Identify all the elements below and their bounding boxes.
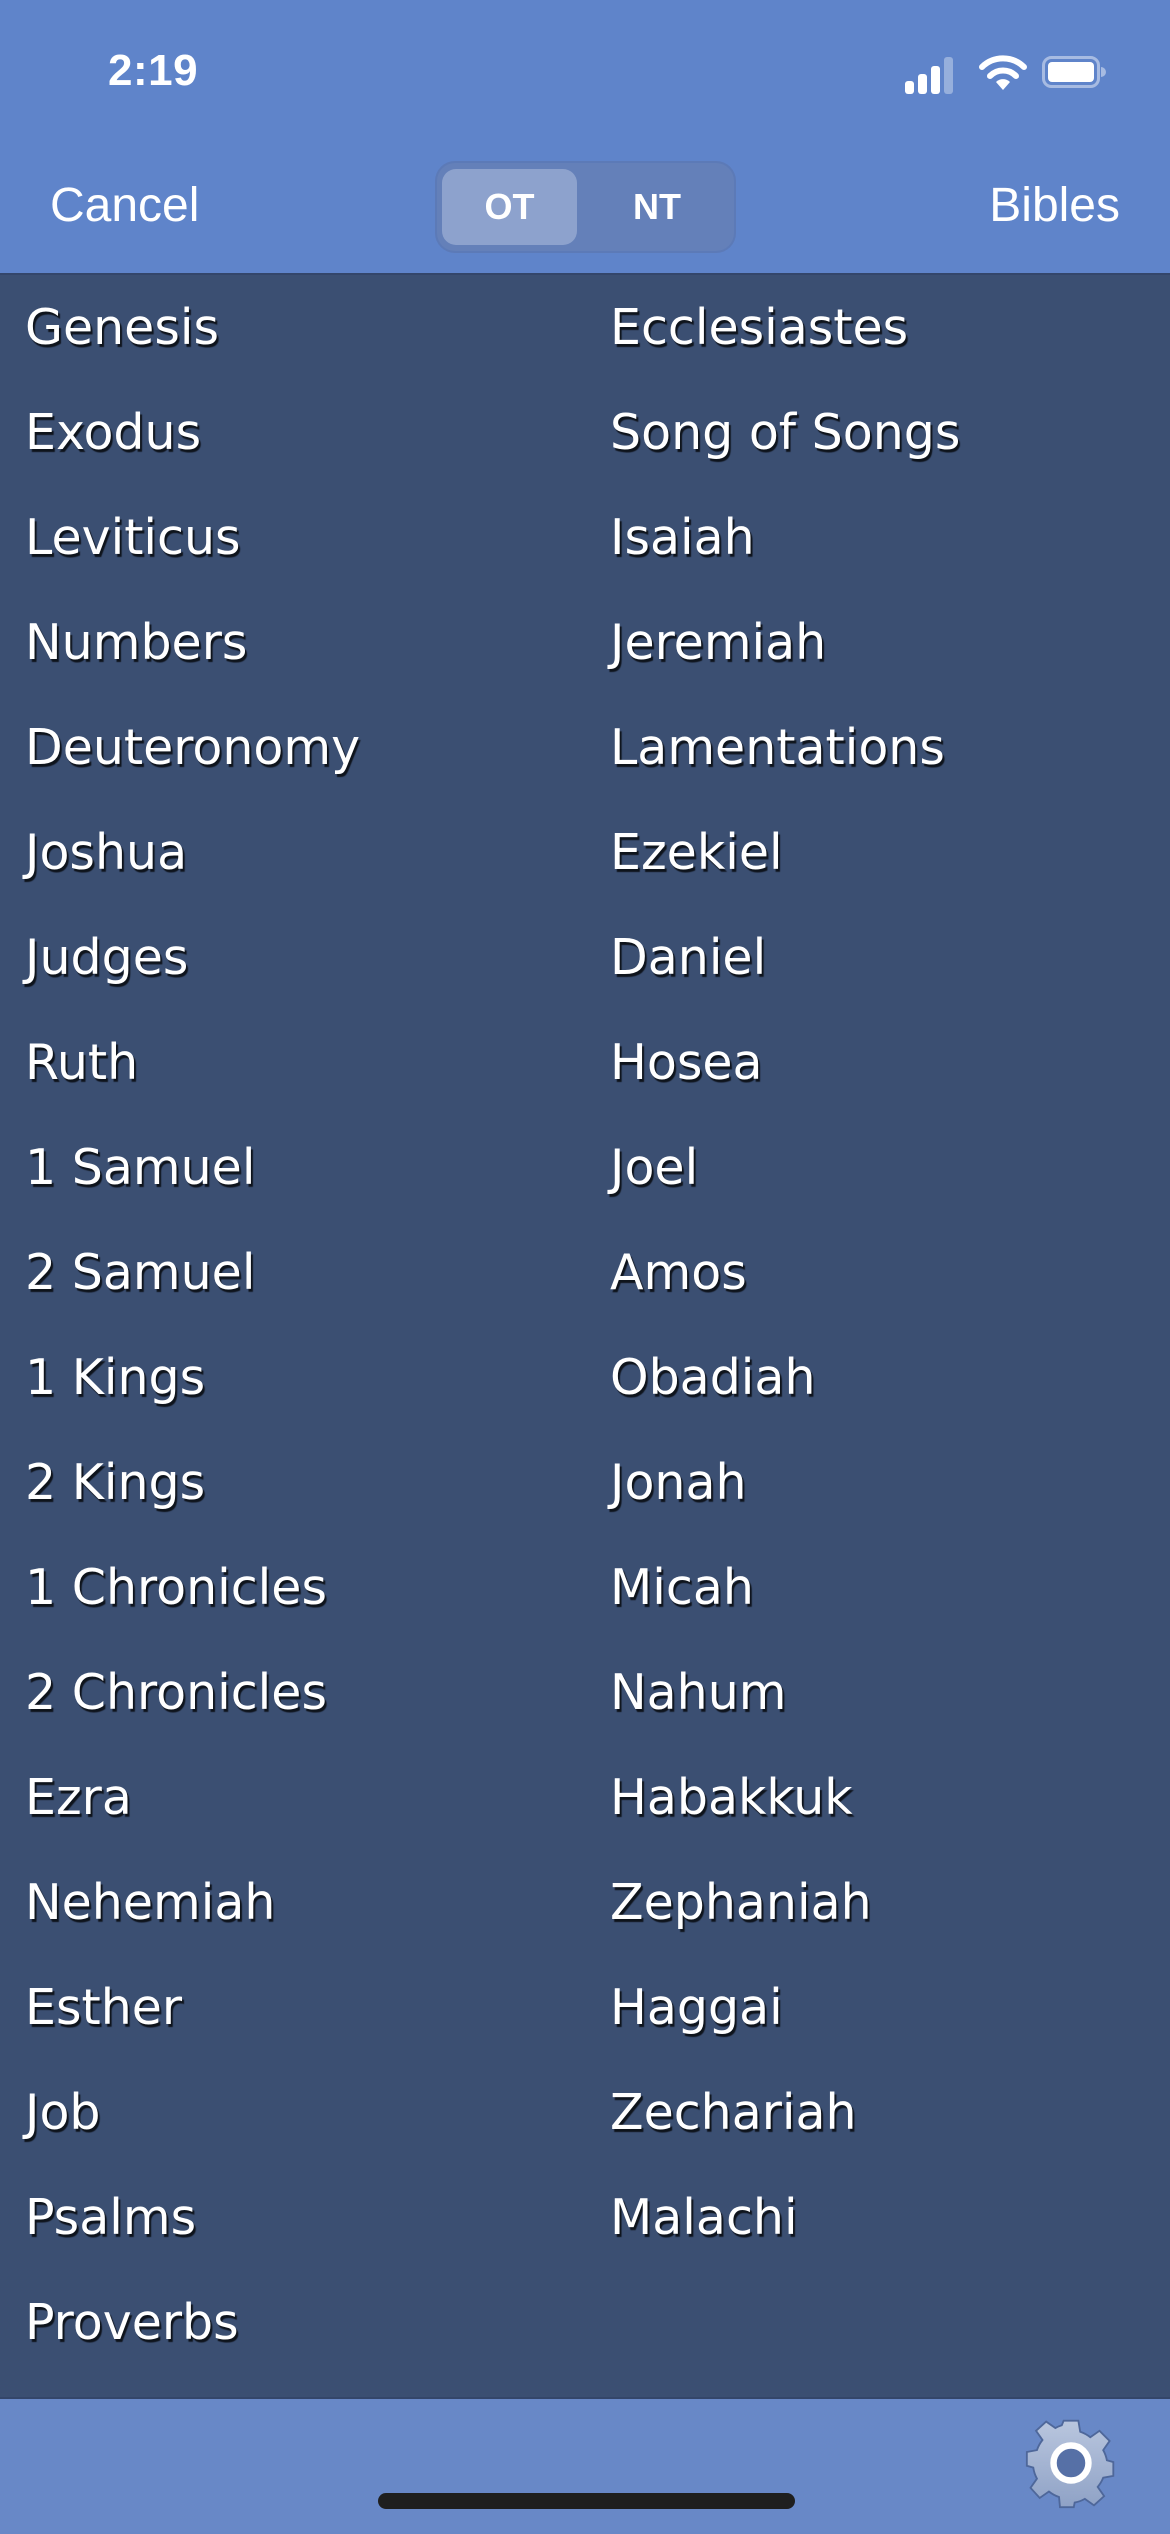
book-item[interactable]: 2 Chronicles	[25, 1640, 360, 1745]
book-item[interactable]: 2 Samuel	[25, 1220, 360, 1325]
book-item[interactable]: Lamentations	[610, 695, 960, 800]
battery-icon	[1042, 56, 1106, 88]
book-item[interactable]: Nehemiah	[25, 1850, 360, 1955]
gear-icon[interactable]	[1025, 2417, 1117, 2509]
status-icons	[905, 52, 1120, 96]
book-item[interactable]: Nahum	[610, 1640, 960, 1745]
book-item[interactable]: Micah	[610, 1535, 960, 1640]
book-item[interactable]: Judges	[25, 905, 360, 1010]
testament-segmented-control: OT NT	[437, 163, 734, 251]
bibles-button[interactable]: Bibles	[989, 178, 1120, 233]
book-item[interactable]: Jonah	[610, 1430, 960, 1535]
book-item[interactable]: Ecclesiastes	[610, 275, 960, 380]
book-item[interactable]: Psalms	[25, 2165, 360, 2270]
book-item[interactable]: 1 Samuel	[25, 1115, 360, 1220]
book-item[interactable]: Ruth	[25, 1010, 360, 1115]
book-item[interactable]: Job	[25, 2060, 360, 2165]
book-item[interactable]: Habakkuk	[610, 1745, 960, 1850]
cancel-button[interactable]: Cancel	[50, 178, 199, 233]
wifi-icon	[979, 55, 1027, 90]
book-item[interactable]: Ezekiel	[610, 800, 960, 905]
book-item[interactable]: 2 Kings	[25, 1430, 360, 1535]
status-time: 2:19	[108, 46, 199, 95]
segment-ot[interactable]: OT	[442, 169, 577, 245]
book-item[interactable]: Leviticus	[25, 485, 360, 590]
navigation-header: 2:19 Cancel OT NT Bibles	[0, 0, 1170, 275]
book-item[interactable]: Isaiah	[610, 485, 960, 590]
book-item[interactable]: Jeremiah	[610, 590, 960, 695]
bottom-toolbar	[0, 2397, 1170, 2534]
book-item[interactable]: 1 Chronicles	[25, 1535, 360, 1640]
book-column-left: Genesis Exodus Leviticus Numbers Deuteronomy…	[25, 275, 360, 2375]
book-item[interactable]: Ezra	[25, 1745, 360, 1850]
book-item[interactable]: Amos	[610, 1220, 960, 1325]
book-item[interactable]: 1 Kings	[25, 1325, 360, 1430]
book-item[interactable]: Proverbs	[25, 2270, 360, 2375]
book-item[interactable]: Exodus	[25, 380, 360, 485]
book-item[interactable]: Song of Songs	[610, 380, 960, 485]
segment-nt[interactable]: NT	[587, 169, 727, 245]
book-item[interactable]: Zephaniah	[610, 1850, 960, 1955]
home-indicator[interactable]	[378, 2493, 795, 2509]
book-item[interactable]: Joshua	[25, 800, 360, 905]
book-item[interactable]: Joel	[610, 1115, 960, 1220]
book-item[interactable]: Esther	[25, 1955, 360, 2060]
book-item[interactable]: Haggai	[610, 1955, 960, 2060]
book-item[interactable]: Numbers	[25, 590, 360, 695]
cellular-signal-icon	[905, 54, 955, 94]
book-item[interactable]: Genesis	[25, 275, 360, 380]
book-item[interactable]: Hosea	[610, 1010, 960, 1115]
book-item[interactable]: Deuteronomy	[25, 695, 360, 800]
book-item[interactable]: Malachi	[610, 2165, 960, 2270]
book-column-right: Ecclesiastes Song of Songs Isaiah Jeremiah L…	[610, 275, 960, 2270]
book-item[interactable]: Obadiah	[610, 1325, 960, 1430]
book-item[interactable]: Daniel	[610, 905, 960, 1010]
book-item[interactable]: Zechariah	[610, 2060, 960, 2165]
book-list: Genesis Exodus Leviticus Numbers Deuteronomy…	[0, 275, 1170, 2397]
